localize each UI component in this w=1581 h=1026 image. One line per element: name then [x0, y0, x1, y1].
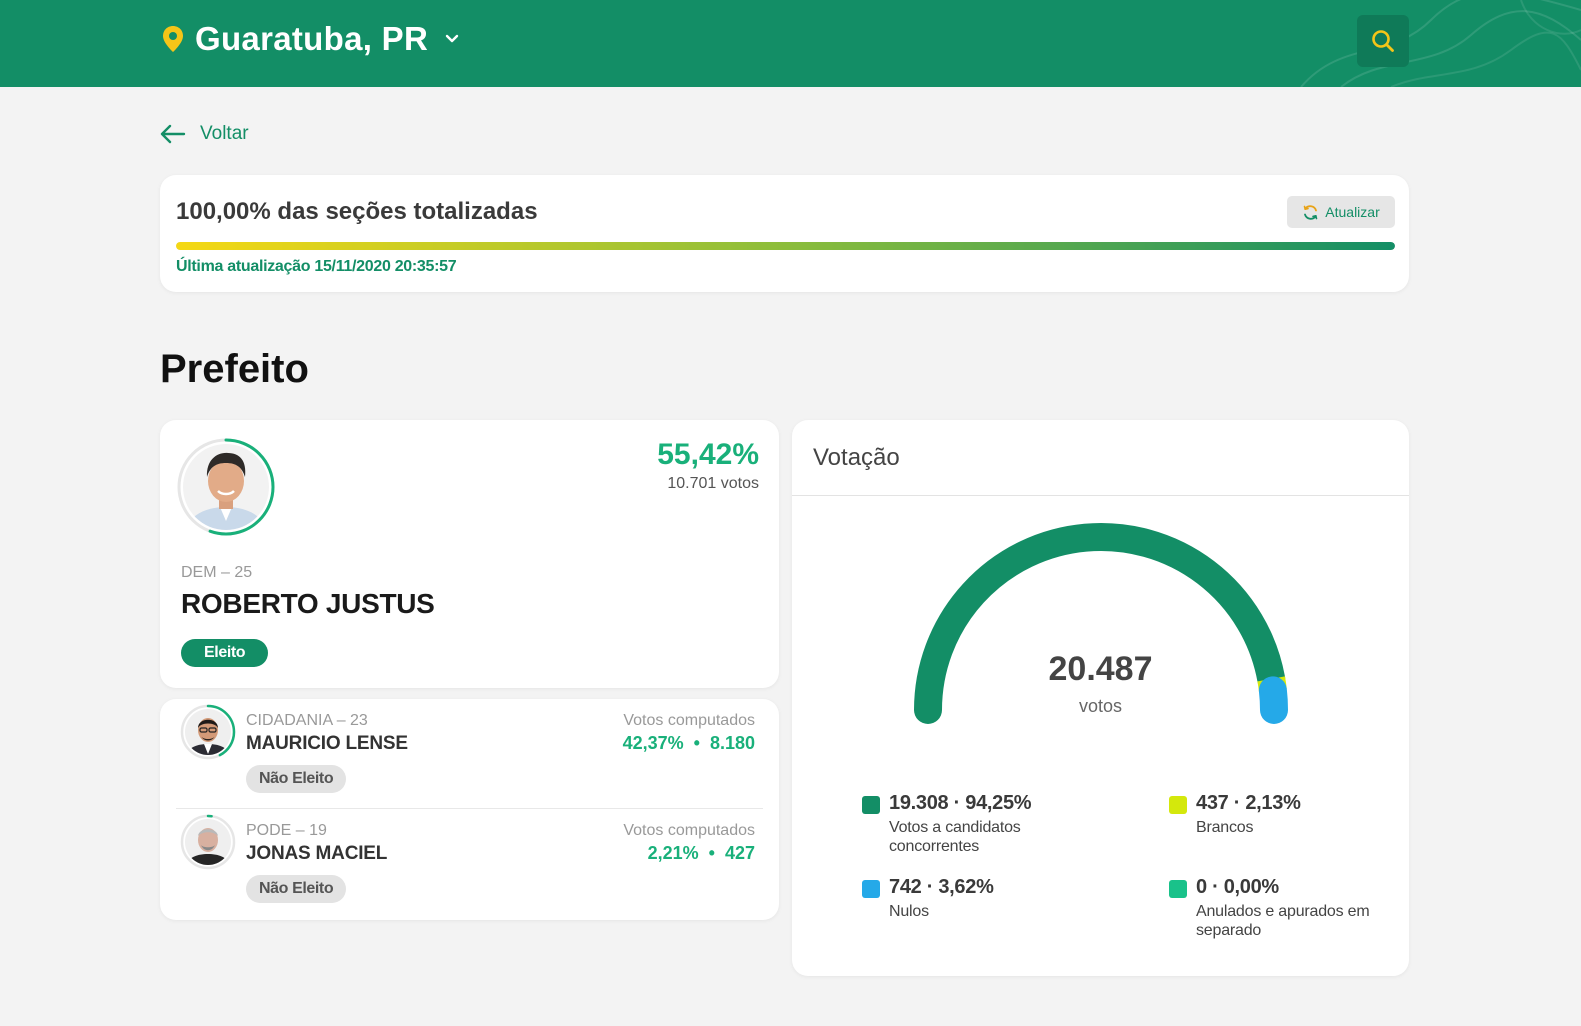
- legend-swatch: [1169, 796, 1187, 814]
- voting-summary-card: Votação 20.487 votos 19.308 · 94,25% Vot…: [792, 420, 1409, 976]
- legend-swatch: [1169, 880, 1187, 898]
- not-elected-badge: Não Eleito: [246, 765, 347, 793]
- refresh-label: Atualizar: [1325, 204, 1380, 220]
- legend-value: 437 · 2,13%: [1196, 792, 1301, 814]
- candidate-name: JONAS MACIEL: [246, 843, 388, 864]
- candidate-row[interactable]: PODE – 19 JONAS MACIEL Não Eleito Votos …: [176, 809, 763, 917]
- winner-name: ROBERTO JUSTUS: [181, 588, 435, 619]
- map-pin-icon: [163, 26, 183, 52]
- winner-vote-count: 10.701 votos: [667, 475, 759, 492]
- legend-label: Brancos: [1196, 819, 1254, 836]
- candidate-row[interactable]: CIDADANIA – 23 MAURICIO LENSE Não Eleito…: [176, 699, 763, 807]
- winner-candidate-card[interactable]: 55,42% 10.701 votos DEM – 25 ROBERTO JUS…: [160, 420, 779, 688]
- search-icon: [1372, 30, 1394, 52]
- votes-computed-value: 2,21% • 427: [647, 843, 755, 863]
- legend-label: Nulos: [889, 903, 929, 920]
- section-title: Prefeito: [160, 347, 309, 391]
- elected-badge: Eleito: [181, 639, 269, 667]
- gauge-votes-label: votos: [1078, 696, 1123, 716]
- refresh-icon: [1303, 204, 1318, 220]
- legend-value: 0 · 0,00%: [1196, 876, 1279, 898]
- decorative-contour-lines: [1300, 0, 1581, 87]
- votes-computed-label: Votos computados: [623, 822, 755, 839]
- winner-vote-percentage: 55,42%: [657, 438, 759, 471]
- voting-title: Votação: [813, 444, 900, 471]
- legend-label: Votos a candidatos concorrentes: [889, 819, 1021, 855]
- arrow-left-icon: [160, 124, 186, 144]
- totalization-title: 100,00% das seções totalizadas: [176, 198, 538, 225]
- location-selector[interactable]: Guaratuba, PR: [161, 20, 462, 58]
- gauge-total-votes: 20.487: [1048, 650, 1153, 688]
- totalization-card: 100,00% das seções totalizadas Atualizar…: [160, 175, 1409, 292]
- refresh-button[interactable]: Atualizar: [1287, 196, 1395, 228]
- candidate-avatar-mauricio: [180, 704, 236, 760]
- legend-value: 19.308 · 94,25%: [889, 792, 1032, 814]
- last-update-text: Última atualização 15/11/2020 20:35:57: [176, 258, 457, 275]
- candidate-party: PODE – 19: [246, 822, 327, 839]
- search-button[interactable]: [1357, 15, 1409, 67]
- candidate-name: MAURICIO LENSE: [246, 733, 408, 754]
- candidate-party: CIDADANIA – 23: [246, 712, 368, 729]
- card-divider: [792, 495, 1409, 496]
- legend-value: 742 · 3,62%: [889, 876, 994, 898]
- back-link[interactable]: Voltar: [160, 123, 249, 145]
- votes-computed-value: 42,37% • 8.180: [622, 733, 755, 753]
- progress-fill: [176, 242, 1395, 250]
- legend-swatch: [862, 796, 880, 814]
- totalization-progress-bar: [176, 242, 1395, 250]
- winner-party: DEM – 25: [181, 564, 253, 581]
- votes-computed-label: Votos computados: [623, 712, 755, 729]
- candidate-avatar-jonas: [180, 814, 236, 870]
- other-candidates-card: CIDADANIA – 23 MAURICIO LENSE Não Eleito…: [160, 699, 779, 920]
- candidate-avatar-roberto: [177, 438, 275, 536]
- city-name: Guaratuba, PR: [195, 20, 429, 57]
- legend-swatch: [862, 880, 880, 898]
- legend-label: Anulados e apurados em separado: [1196, 903, 1370, 939]
- back-label: Voltar: [200, 123, 249, 144]
- top-bar: Guaratuba, PR: [0, 0, 1581, 87]
- not-elected-badge: Não Eleito: [246, 875, 347, 903]
- chevron-down-icon: [445, 34, 459, 43]
